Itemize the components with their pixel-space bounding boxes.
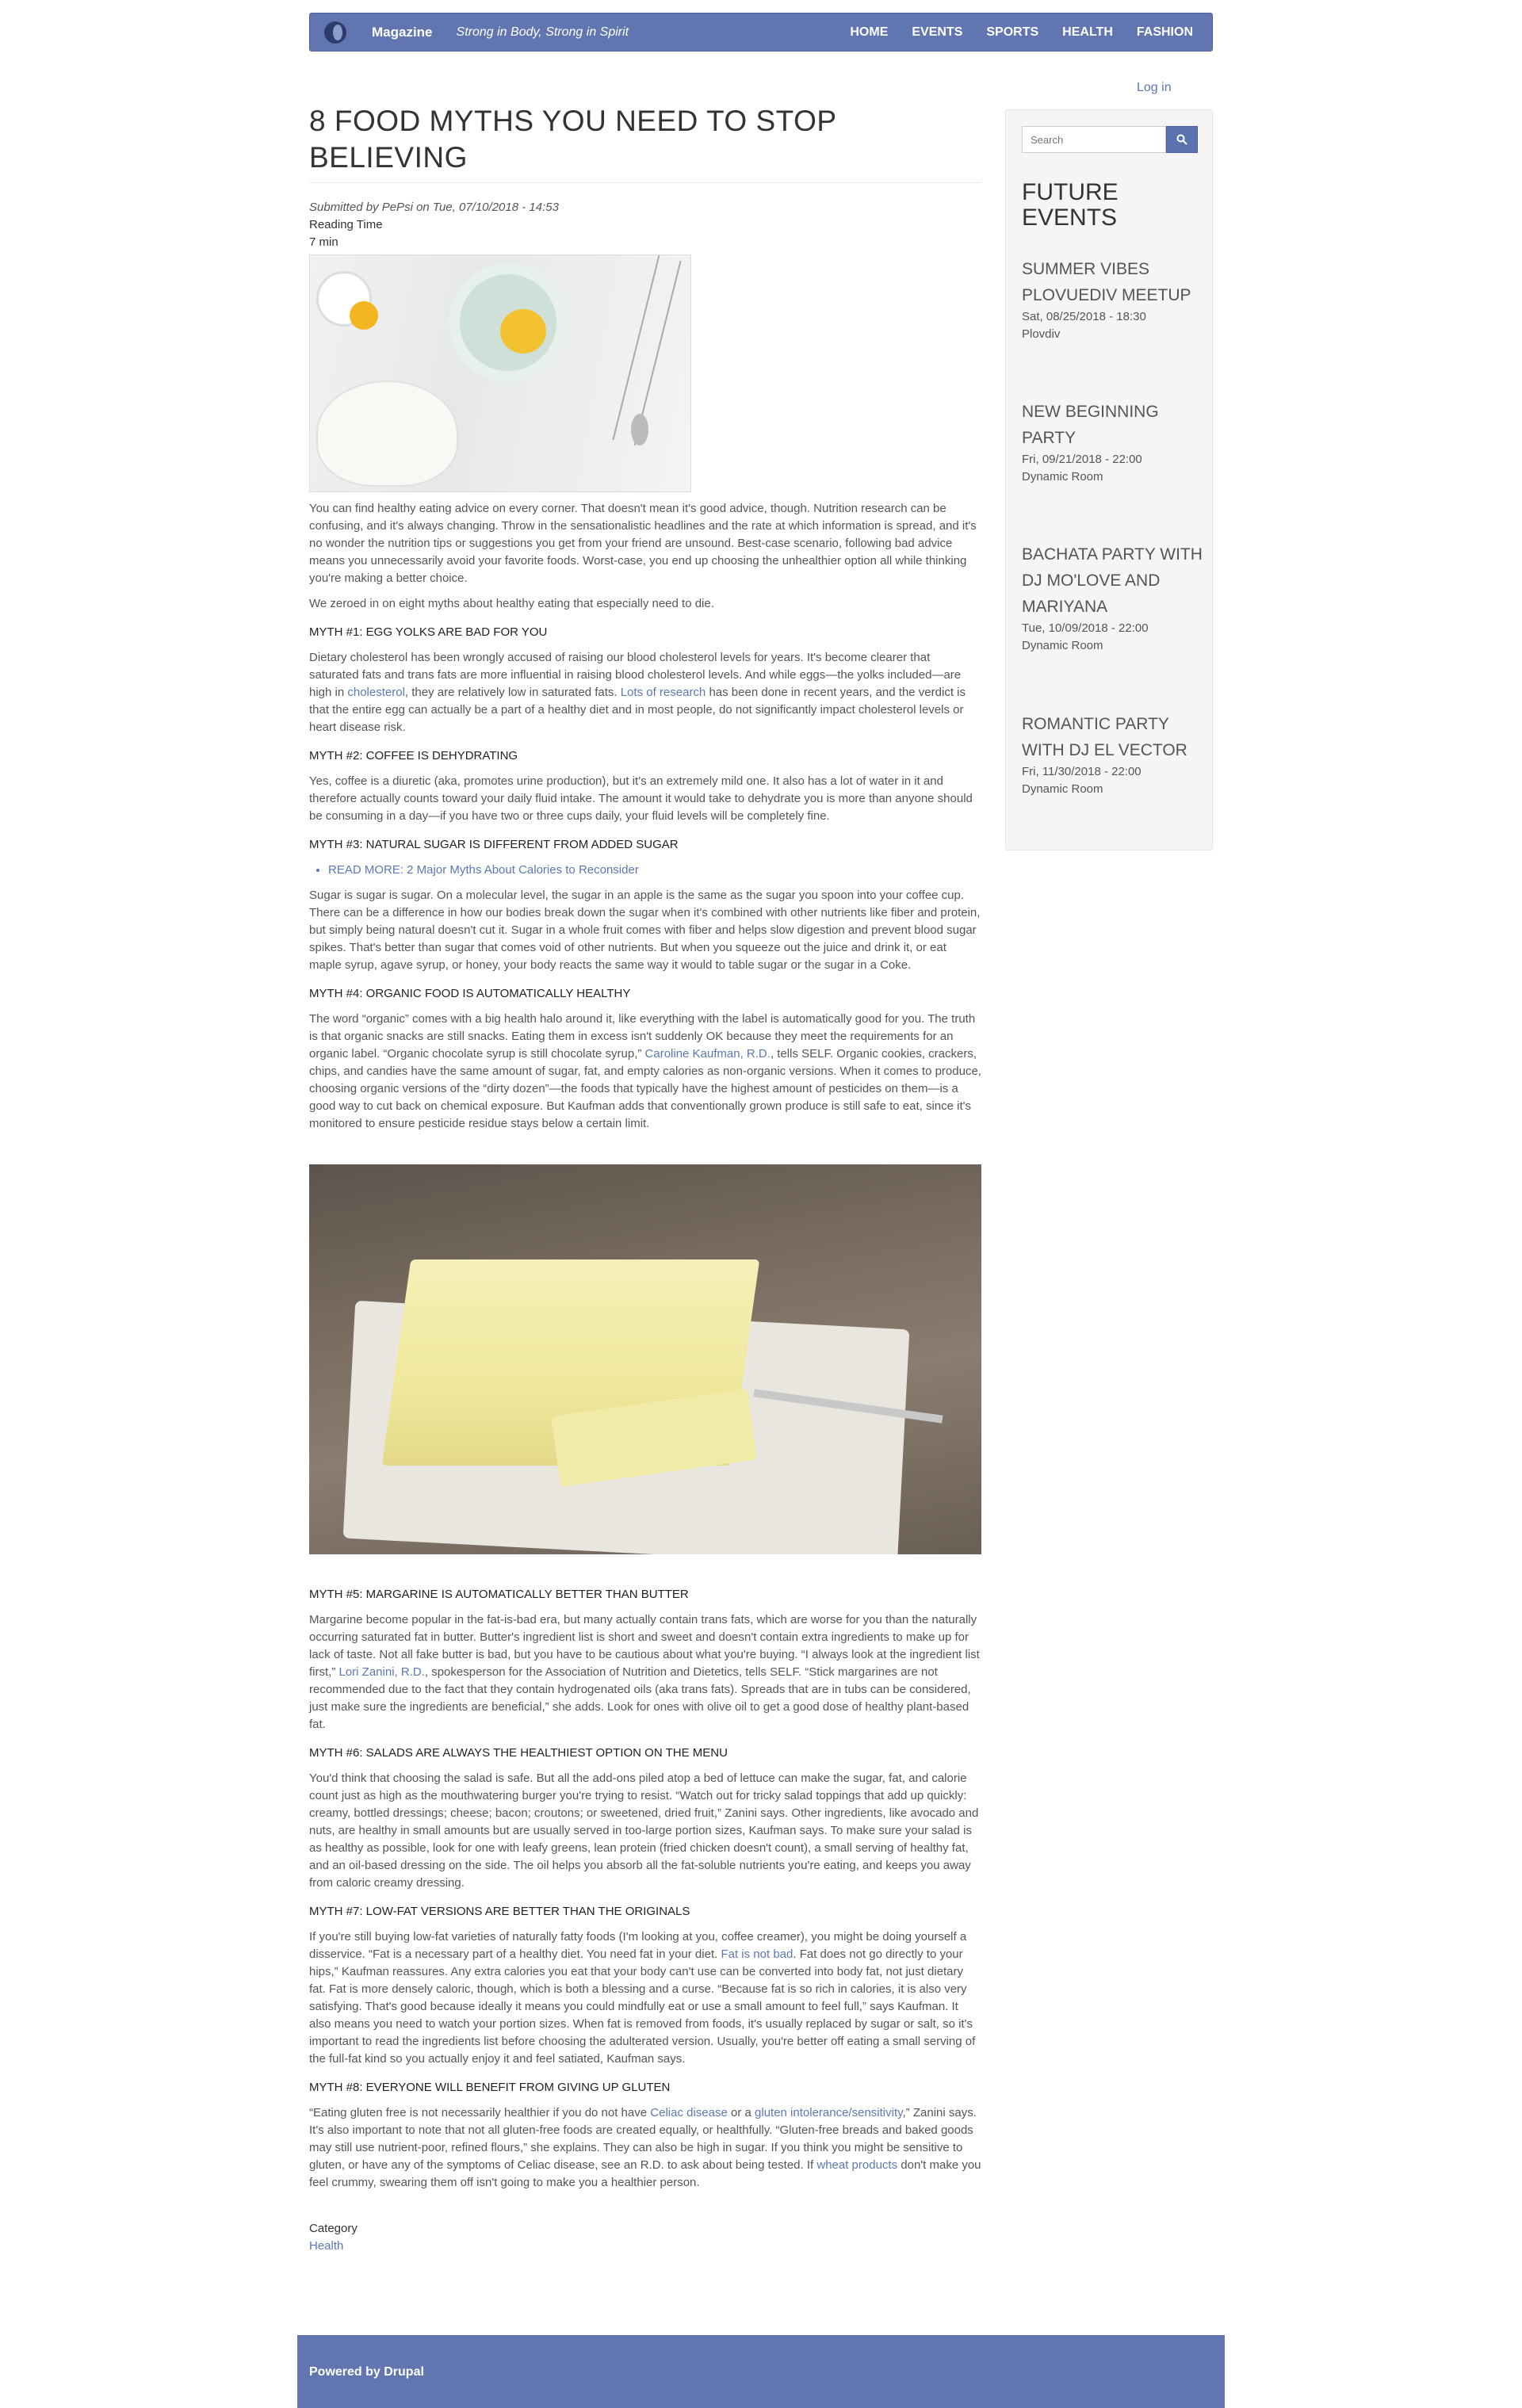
event-location: Dynamic Room [1022,470,1103,484]
read-more-link[interactable]: READ MORE: 2 Major Myths About Calories … [328,863,639,877]
read-more-list: READ MORE: 2 Major Myths About Calories … [309,862,981,879]
myth4-heading: MYTH #4: ORGANIC FOOD IS AUTOMATICALLY H… [309,987,631,1000]
search-icon [1176,134,1187,145]
event-item: SUMMER VIBES PLOVUEDIV MEETUP Sat, 08/25… [1022,256,1204,343]
menu-item-health[interactable]: HEALTH [1062,24,1113,41]
myth1-paragraph: Dietary cholesterol has been wrongly acc… [309,651,966,734]
event-item: NEW BEGINNING PARTY Fri, 09/21/2018 - 22… [1022,399,1204,486]
event-title-link[interactable]: ROMANTIC PARTY WITH DJ EL VECTOR [1022,711,1204,763]
myth4-paragraph: The word “organic” comes with a big heal… [309,1012,981,1130]
myth6-heading: MYTH #6: SALADS ARE ALWAYS THE HEALTHIES… [309,1746,728,1760]
article: 8 FOOD MYTHS YOU NEED TO STOP BELIEVING … [309,103,981,2255]
menu-item-fashion[interactable]: FASHION [1137,24,1193,41]
event-date: Fri, 11/30/2018 - 22:00 [1022,765,1142,778]
menu-item-home[interactable]: HOME [850,24,888,41]
caroline-kaufman-link[interactable]: Caroline Kaufman, R.D. [645,1047,771,1061]
myth7-paragraph: If you're still buying low-fat varieties… [309,1930,976,2066]
lori-zanini-link[interactable]: Lori Zanini, R.D. [339,1665,425,1679]
top-navbar: Magazine Strong in Body, Strong in Spiri… [309,13,1213,52]
event-title-link[interactable]: NEW BEGINNING PARTY [1022,399,1204,451]
celiac-disease-link[interactable]: Celiac disease [650,2106,728,2119]
search-button[interactable] [1166,126,1198,153]
event-date: Fri, 09/21/2018 - 22:00 [1022,453,1142,466]
event-title-link[interactable]: SUMMER VIBES PLOVUEDIV MEETUP [1022,256,1204,308]
site-slogan: Strong in Body, Strong in Spirit [456,25,629,39]
myth8-paragraph: “Eating gluten free is not necessarily h… [309,2106,981,2189]
menu-item-sports[interactable]: SPORTS [986,24,1038,41]
event-item: ROMANTIC PARTY WITH DJ EL VECTOR Fri, 11… [1022,711,1204,798]
category-health-link[interactable]: Health [309,2239,343,2253]
myth3-paragraph: Sugar is sugar is sugar. On a molecular … [309,889,981,972]
powered-by-text: Powered by Drupal [309,2365,424,2379]
login-link[interactable]: Log in [1137,79,1172,97]
category-label: Category [309,2222,358,2235]
event-location: Dynamic Room [1022,639,1103,652]
gluten-intolerance-link[interactable]: gluten intolerance/sensitivity [755,2106,903,2119]
myth6-paragraph: You'd think that choosing the salad is s… [309,1772,979,1890]
cholesterol-link[interactable]: cholesterol [347,686,405,699]
event-date: Tue, 10/09/2018 - 22:00 [1022,621,1149,635]
event-location: Dynamic Room [1022,782,1103,796]
zeroed-paragraph: We zeroed in on eight myths about health… [309,597,714,610]
myth2-paragraph: Yes, coffee is a diuretic (aka, promotes… [309,774,973,823]
menu-item-events[interactable]: EVENTS [912,24,962,41]
intro-paragraph: You can find healthy eating advice on ev… [309,502,977,585]
site-footer: Powered by Drupal [297,2335,1225,2408]
myth3-heading: MYTH #3: NATURAL SUGAR IS DIFFERENT FROM… [309,838,679,851]
eggs-milk-image [309,254,691,492]
event-item: BACHATA PARTY WITH DJ MO'LOVE AND MARIYA… [1022,541,1204,655]
future-events-title: FUTURE EVENTS [1022,179,1119,231]
event-date: Sat, 08/25/2018 - 18:30 [1022,310,1146,323]
myth8-heading: MYTH #8: EVERYONE WILL BENEFIT FROM GIVI… [309,2081,671,2094]
myth5-heading: MYTH #5: MARGARINE IS AUTOMATICALLY BETT… [309,1588,689,1601]
main-menu: HOME EVENTS SPORTS HEALTH FASHION [826,24,1193,41]
search-input[interactable] [1022,126,1166,153]
fat-is-not-bad-link[interactable]: Fat is not bad [721,1947,793,1961]
myth1-heading: MYTH #1: EGG YOLKS ARE BAD FOR YOU [309,625,548,639]
sidebar: FUTUREEVENTS SUMMER VIBES PLOVUEDIV MEET… [1005,109,1213,850]
reading-time-value: 7 min [309,235,338,249]
site-name-link[interactable]: Magazine [372,24,433,41]
myth7-heading: MYTH #7: LOW-FAT VERSIONS ARE BETTER THA… [309,1905,690,1918]
event-title-link[interactable]: BACHATA PARTY WITH DJ MO'LOVE AND MARIYA… [1022,541,1204,620]
search-form [1022,126,1198,153]
submitted-info: Submitted by PePsi on Tue, 07/10/2018 - … [309,201,559,214]
site-logo-icon[interactable] [324,21,346,44]
myth2-heading: MYTH #2: COFFEE IS DEHYDRATING [309,749,518,763]
butter-image [309,1164,981,1554]
lots-of-research-link[interactable]: Lots of research [621,686,706,699]
event-location: Plovdiv [1022,327,1061,341]
myth5-paragraph: Margarine become popular in the fat-is-b… [309,1613,980,1731]
page-title: 8 FOOD MYTHS YOU NEED TO STOP BELIEVING [309,103,981,183]
reading-time-label: Reading Time [309,218,383,231]
category-field: Category Health [309,2220,981,2255]
wheat-products-link[interactable]: wheat products [816,2158,897,2172]
